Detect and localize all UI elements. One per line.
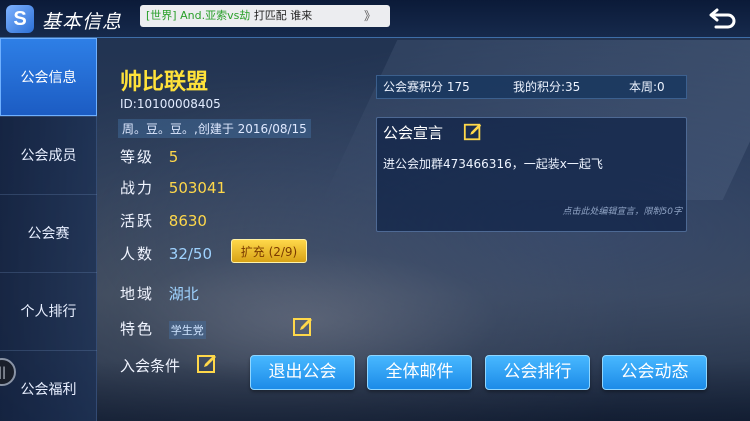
broadcast-sender: And.亚索vs劫 xyxy=(180,9,251,22)
this-week-score: 本周:0 xyxy=(629,80,665,94)
sidebar-item-guild-match[interactable]: 公会赛 xyxy=(0,194,97,272)
top-bar: S 基本信息 [世界] And.亚索vs劫 打匹配 谁来 》 xyxy=(0,0,750,38)
feature-label: 特色 xyxy=(120,320,155,338)
power-label: 战力 xyxy=(120,179,155,197)
sidebar-item-guild-welfare[interactable]: 公会福利 xyxy=(0,350,97,421)
edit-manifesto-icon[interactable] xyxy=(463,122,483,142)
app-logo-icon: S xyxy=(6,5,34,33)
manifesto-title: 公会宣言 xyxy=(383,124,444,142)
broadcast-channel: [世界] xyxy=(146,9,177,22)
guild-power-row: 战力 503041 xyxy=(120,177,226,198)
guild-name: 帅比联盟 xyxy=(120,70,209,95)
level-label: 等级 xyxy=(120,148,155,166)
guild-manifesto-panel[interactable]: 公会宣言 进公会加群473466316，一起装x一起飞 点击此处编辑宣言，限制5… xyxy=(376,117,687,232)
join-condition-label: 入会条件 xyxy=(120,357,181,375)
power-value: 503041 xyxy=(168,179,227,197)
sidebar-item-personal-rank[interactable]: 个人排行 xyxy=(0,272,97,350)
activity-value: 8630 xyxy=(168,212,207,230)
expand-members-button[interactable]: 扩充 (2/9) xyxy=(231,239,307,263)
back-arrow-icon xyxy=(709,8,736,29)
guild-rank-button[interactable]: 公会排行 xyxy=(485,355,590,390)
edit-feature-icon[interactable] xyxy=(292,316,314,338)
members-label: 人数 xyxy=(120,245,155,263)
guild-activity-row: 活跃 8630 xyxy=(120,210,207,231)
sidebar-item-guild-info[interactable]: 公会信息 xyxy=(0,38,97,116)
sidebar: 公会信息 公会成员 公会赛 个人排行 公会福利 || xyxy=(0,38,97,421)
guild-match-score: 公会赛积分 175 xyxy=(383,80,470,94)
guild-id: ID:10100008405 xyxy=(120,97,221,111)
mail-all-button[interactable]: 全体邮件 xyxy=(367,355,472,390)
broadcast-ticker[interactable]: [世界] And.亚索vs劫 打匹配 谁来 》 xyxy=(140,5,390,27)
score-bar: 公会赛积分 175 我的积分:35 本周:0 xyxy=(376,75,687,99)
broadcast-more-icon[interactable]: 》 xyxy=(364,5,376,27)
level-value: 5 xyxy=(168,148,179,166)
region-label: 地域 xyxy=(120,285,155,303)
edit-join-condition-icon[interactable] xyxy=(196,353,218,375)
members-value: 32/50 xyxy=(168,245,213,263)
leave-guild-button[interactable]: 退出公会 xyxy=(250,355,355,390)
back-button[interactable] xyxy=(708,6,738,32)
page-title: 基本信息 xyxy=(42,11,123,33)
region-value: 湖北 xyxy=(168,285,199,303)
join-condition-row: 入会条件 xyxy=(120,355,180,376)
guild-feature-row: 特色 学生党 xyxy=(120,318,206,339)
guild-region-row: 地域 湖北 xyxy=(120,283,199,304)
manifesto-text: 进公会加群473466316，一起装x一起飞 xyxy=(383,157,603,171)
broadcast-message: 打匹配 谁来 xyxy=(253,9,313,22)
guild-creator: 周。豆。豆。,创建于 2016/08/15 xyxy=(118,119,311,138)
activity-label: 活跃 xyxy=(120,212,155,230)
guild-news-button[interactable]: 公会动态 xyxy=(602,355,707,390)
my-score: 我的积分:35 xyxy=(513,80,581,94)
sidebar-item-guild-members[interactable]: 公会成员 xyxy=(0,116,97,194)
guild-level-row: 等级 5 xyxy=(120,146,178,167)
feature-tag: 学生党 xyxy=(168,321,206,339)
manifesto-edit-hint: 点击此处编辑宣言，限制50字 xyxy=(562,207,682,217)
guild-members-row: 人数 32/50 xyxy=(120,243,212,264)
